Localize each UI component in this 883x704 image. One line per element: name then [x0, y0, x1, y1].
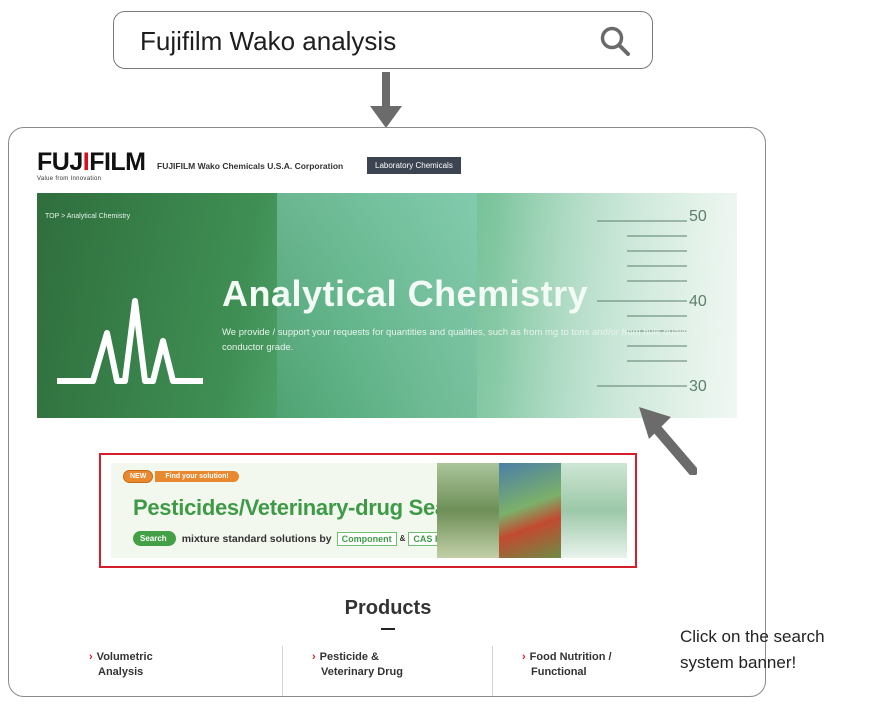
- crop-photo: [437, 463, 499, 558]
- site-header: FUJIFILM Value from Innovation FUJIFILM …: [37, 146, 737, 188]
- instruction-callout: Click on the search system banner!: [680, 624, 825, 676]
- banner-subline: Search mixture standard solutions by Com…: [133, 531, 460, 546]
- chromatogram-peaks-icon: [57, 298, 203, 384]
- banner-badges: NEW Find your solution!: [123, 469, 239, 484]
- fujifilm-logo[interactable]: FUJIFILM Value from Innovation: [37, 150, 146, 183]
- products-divider: [381, 628, 395, 630]
- down-arrow-icon: [370, 72, 402, 128]
- banner-search-button[interactable]: Search: [133, 531, 176, 546]
- breadcrumb[interactable]: TOP > Analytical Chemistry: [45, 213, 130, 220]
- fruit-photo: [499, 463, 561, 558]
- banner-body: NEW Find your solution! Pesticides/Veter…: [111, 463, 627, 558]
- product-label-3b: Functional: [531, 666, 587, 678]
- product-separator: [282, 646, 283, 696]
- banner-photos: [437, 463, 627, 558]
- product-label-3: Food Nutrition /: [529, 651, 612, 663]
- products-heading: Products: [344, 597, 432, 619]
- amp-text: &: [399, 534, 406, 543]
- product-item-volumetric[interactable]: › Volumetric Analysis: [89, 650, 153, 680]
- banner-headline: Pesticides/Veterinary-drug Search: [133, 495, 481, 520]
- svg-text:40: 40: [689, 293, 707, 310]
- product-label-2: Pesticide &: [319, 651, 379, 663]
- chevron-right-icon: ›: [312, 651, 316, 663]
- page-title: Analytical Chemistry: [222, 273, 589, 314]
- find-badge: Find your solution!: [155, 471, 239, 482]
- corp-badge[interactable]: Laboratory Chemicals: [367, 157, 461, 174]
- component-option[interactable]: Component: [336, 531, 397, 546]
- product-label-1b: Analysis: [98, 666, 144, 678]
- product-item-food-nutrition[interactable]: › Food Nutrition / Functional: [522, 650, 612, 680]
- logo-tagline: Value from Innovation: [37, 176, 102, 182]
- new-badge: NEW: [123, 470, 154, 483]
- product-item-pesticide[interactable]: › Pesticide & Veterinary Drug: [312, 650, 403, 680]
- callout-line-2: system banner!: [680, 653, 797, 672]
- product-label-1: Volumetric: [96, 651, 153, 663]
- lab-water-photo: [561, 463, 627, 558]
- banner-sub-text: mixture standard solutions by: [181, 532, 332, 545]
- svg-text:30: 30: [689, 378, 707, 395]
- hero-description: We provide / support your requests for q…: [222, 327, 728, 353]
- chevron-right-icon: ›: [89, 651, 93, 663]
- callout-line-1: Click on the search: [680, 627, 825, 646]
- search-icon[interactable]: [598, 24, 632, 58]
- product-label-2b: Veterinary Drug: [321, 666, 403, 678]
- product-separator: [492, 646, 493, 696]
- chevron-right-icon: ›: [522, 651, 526, 663]
- svg-text:50: 50: [689, 208, 707, 225]
- hero-banner: 50 40 30 TOP > Analytical Chemistry Anal…: [37, 193, 737, 418]
- graduated-cylinder-icon: 50 40 30: [597, 208, 707, 395]
- corp-name: FUJIFILM Wako Chemicals U.S.A. Corporati…: [157, 161, 344, 171]
- search-query-text: Fujifilm Wako analysis: [140, 26, 397, 56]
- pesticide-search-banner[interactable]: NEW Find your solution! Pesticides/Veter…: [99, 453, 637, 568]
- search-input[interactable]: Fujifilm Wako analysis: [113, 11, 653, 69]
- pointer-arrow-icon: [639, 407, 697, 475]
